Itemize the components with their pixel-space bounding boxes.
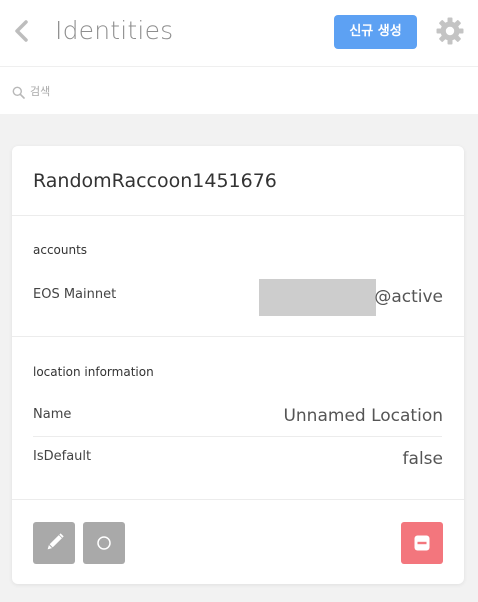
accounts-section-label: accounts (33, 243, 88, 257)
location-name-value: Unnamed Location (283, 406, 443, 426)
pencil-icon (47, 533, 64, 550)
divider (12, 215, 464, 216)
redacted-account-name (259, 279, 376, 316)
search-bar (0, 66, 478, 114)
new-identity-button[interactable]: 신규 생성 (334, 15, 417, 49)
circle-icon (97, 536, 111, 550)
location-name-label: Name (33, 407, 72, 422)
account-network: EOS Mainnet (33, 287, 117, 302)
minus-icon (414, 535, 430, 551)
remove-identity-button[interactable] (401, 522, 443, 564)
account-permission: @active (374, 287, 443, 307)
divider (33, 436, 442, 437)
gear-icon[interactable] (435, 16, 465, 46)
chevron-left-icon[interactable] (12, 19, 32, 43)
identity-card: RandomRaccoon1451676 accounts EOS Mainne… (12, 146, 464, 584)
location-section-label: location information (33, 365, 154, 379)
divider (12, 336, 464, 337)
divider (12, 499, 464, 500)
search-icon (12, 86, 25, 99)
search-input[interactable] (30, 77, 450, 105)
isdefault-value: false (402, 449, 443, 469)
page-title: Identities (55, 16, 174, 45)
select-button[interactable] (83, 522, 125, 564)
edit-button[interactable] (33, 522, 75, 564)
identity-name: RandomRaccoon1451676 (33, 170, 277, 192)
isdefault-label: IsDefault (33, 449, 92, 464)
app-header: Identities 신규 생성 (0, 0, 478, 66)
